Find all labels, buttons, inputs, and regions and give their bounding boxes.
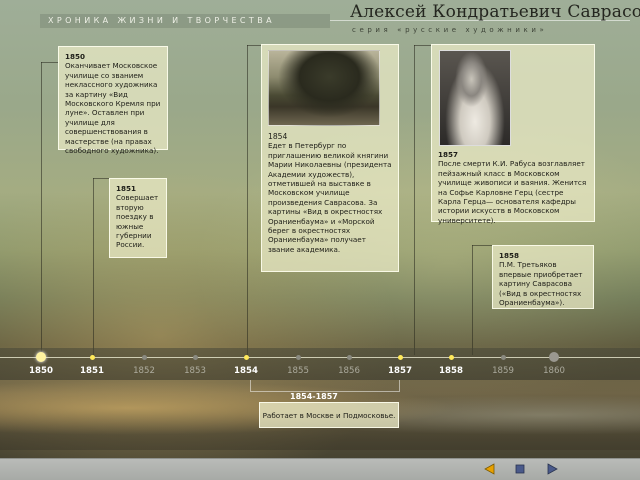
- next-icon: [547, 463, 558, 475]
- period-bracket: [250, 380, 400, 392]
- timeline-dot-1855: [295, 355, 301, 360]
- period-card: Работает в Москве и Подмосковье.: [259, 402, 399, 428]
- timeline-year-1856: 1856: [338, 366, 360, 376]
- event-card-1858: 1858 П.М. Третьяков впервые приобретает …: [492, 245, 594, 309]
- section-title: ХРОНИКА ЖИЗНИ И ТВОРЧЕСТВА: [40, 14, 330, 28]
- timeline-dot-1860: [549, 352, 559, 362]
- event-text: После смерти К.И. Рабуса возглавляет пей…: [438, 159, 587, 225]
- timeline-dot-1858[interactable]: [448, 355, 454, 360]
- timeline-year-1851[interactable]: 1851: [72, 366, 112, 376]
- timeline-dot-1856: [346, 355, 352, 360]
- period-label: 1854-1857: [290, 392, 338, 401]
- event-text: Едет в Петербург по приглашению великой …: [268, 141, 392, 254]
- timeline-year-1853: 1853: [184, 366, 206, 376]
- connector-1854-h: [247, 45, 261, 46]
- series-subtitle: серия «русские художники»: [352, 26, 548, 34]
- navigation-bar: [0, 458, 640, 480]
- event-year: 1850: [65, 52, 86, 61]
- stop-button[interactable]: [512, 461, 528, 477]
- portrait-image: [439, 50, 511, 146]
- timeline-dot-1851[interactable]: [89, 355, 95, 360]
- timeline-year-1852: 1852: [133, 366, 155, 376]
- event-card-1854: 1854 Едет в Петербург по приглашению вел…: [261, 44, 399, 272]
- connector-1857-h: [414, 45, 431, 46]
- timeline-dot-1850[interactable]: [36, 352, 46, 362]
- timeline-year-1855: 1855: [287, 366, 309, 376]
- event-year: 1851: [116, 184, 137, 193]
- timeline-dot-1857[interactable]: [397, 355, 403, 360]
- event-text: Совершает вторую поездку в южные губерни…: [116, 193, 159, 250]
- artist-name: Алексей Кондратьевич Саврасов: [350, 2, 640, 22]
- painting-image: [268, 50, 380, 126]
- timeline-year-1860: 1860: [543, 366, 565, 376]
- connector-1851: [93, 178, 94, 355]
- prev-button[interactable]: [481, 461, 497, 477]
- timeline-dot-1854[interactable]: [243, 355, 249, 360]
- prev-icon: [484, 463, 495, 475]
- connector-1850: [41, 62, 42, 355]
- connector-1857: [414, 45, 415, 355]
- event-card-1850: 1850 Оканчивает Московское училище со зв…: [58, 46, 168, 155]
- event-year: 1857: [438, 150, 459, 159]
- event-card-1857: 1857 После смерти К.И. Рабуса возглавляе…: [431, 44, 595, 225]
- timeline-year-1854[interactable]: 1854: [226, 366, 266, 376]
- timeline-dot-1852: [141, 355, 147, 360]
- connector-1854: [247, 45, 248, 355]
- timeline-year-1857[interactable]: 1857: [380, 366, 420, 376]
- timeline-dot-1853: [192, 355, 198, 360]
- event-year: 1858: [499, 251, 520, 260]
- connector-1850-h: [41, 62, 58, 63]
- event-text: П.М. Третьяков впервые приобретает карти…: [499, 260, 583, 308]
- stop-icon: [515, 464, 525, 474]
- event-year: 1854: [268, 132, 288, 141]
- event-card-1851: 1851 Совершает вторую поездку в южные гу…: [109, 178, 167, 258]
- timeline-year-1859: 1859: [492, 366, 514, 376]
- timeline-dot-1859: [500, 355, 506, 360]
- connector-1858-h: [472, 245, 492, 246]
- next-button[interactable]: [545, 461, 561, 477]
- event-text: Оканчивает Московское училище со званием…: [65, 61, 161, 156]
- connector-1858: [472, 245, 473, 355]
- timeline-year-1850[interactable]: 1850: [21, 366, 61, 376]
- timeline-axis: [0, 357, 640, 358]
- connector-1851-h: [93, 178, 109, 179]
- timeline-year-1858[interactable]: 1858: [431, 366, 471, 376]
